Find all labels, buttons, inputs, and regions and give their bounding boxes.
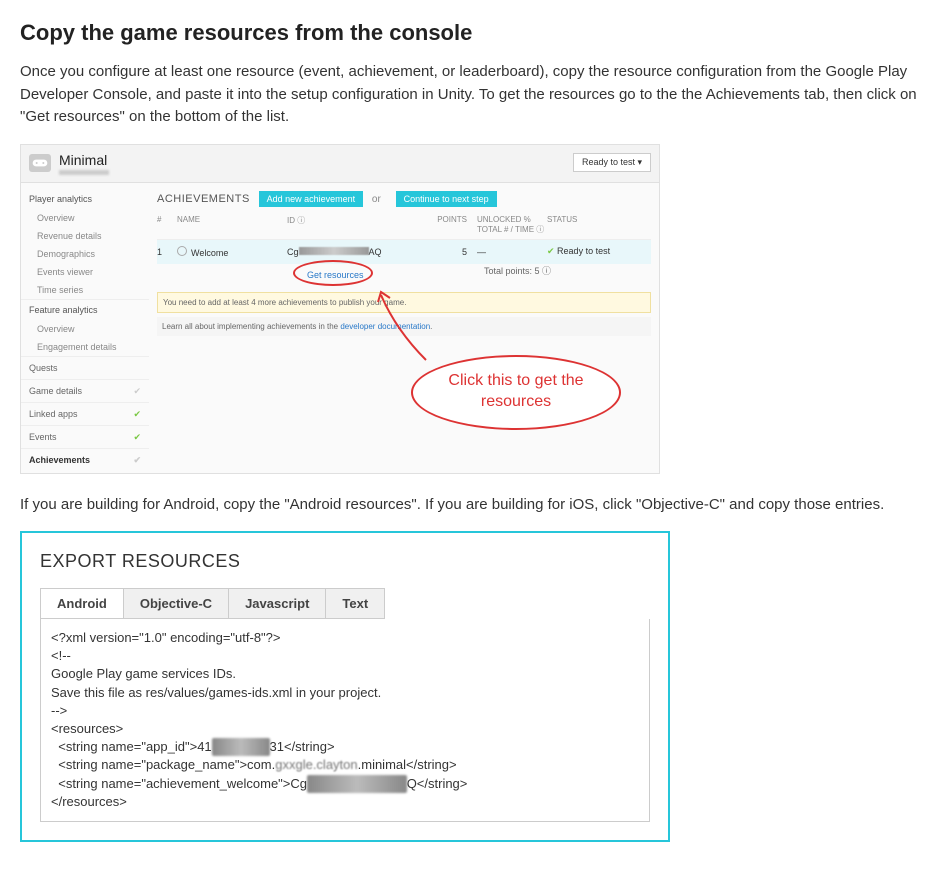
blurred-id: 00000000 — [212, 738, 270, 756]
sidebar-game-details[interactable]: Game details✔ — [21, 379, 149, 402]
tab-javascript[interactable]: Javascript — [229, 589, 326, 618]
col-name: NAME — [177, 215, 287, 235]
achievements-header-row: ACHIEVEMENTS Add new achievement or Cont… — [157, 191, 651, 207]
sidebar-overview[interactable]: Overview — [21, 209, 149, 227]
callout-bubble: Click this to get the resources — [411, 355, 621, 430]
col-num: # — [157, 215, 177, 235]
sidebar-events-viewer[interactable]: Events viewer — [21, 263, 149, 281]
col-points: POINTS — [407, 215, 467, 235]
sidebar-demographics[interactable]: Demographics — [21, 245, 149, 263]
blurred-pkg: gxxgle.clayton — [275, 757, 357, 772]
console-screenshot: Minimal Ready to test ▾ Player analytics… — [20, 144, 660, 474]
sidebar: Player analytics Overview Revenue detail… — [21, 183, 149, 474]
continue-button[interactable]: Continue to next step — [396, 191, 497, 207]
add-achievement-button[interactable]: Add new achievement — [259, 191, 364, 207]
row-id: CgAQ — [287, 247, 407, 257]
get-resources-row: Get resources Total points: 5 ⓘ — [157, 264, 651, 286]
badge-icon — [177, 246, 187, 256]
export-title: EXPORT RESOURCES — [40, 551, 650, 572]
achievements-title: ACHIEVEMENTS — [157, 193, 250, 205]
console-header: Minimal Ready to test ▾ — [21, 145, 659, 183]
row-num: 1 — [157, 247, 177, 257]
sidebar-player-analytics[interactable]: Player analytics — [21, 189, 149, 209]
xml-content[interactable]: <?xml version="1.0" encoding="utf-8"?> <… — [40, 619, 650, 822]
sidebar-engagement[interactable]: Engagement details — [21, 338, 149, 356]
get-resources-link[interactable]: Get resources — [307, 270, 364, 280]
tab-objective-c[interactable]: Objective-C — [124, 589, 229, 618]
page-heading: Copy the game resources from the console — [20, 20, 929, 46]
sidebar-feature-analytics[interactable]: Feature analytics — [21, 299, 149, 320]
sidebar-events[interactable]: Events✔ — [21, 425, 149, 448]
check-icon: ✔ — [133, 455, 141, 466]
col-unlocked: UNLOCKED % TOTAL # / TIME ⓘ — [467, 215, 547, 235]
table-header: # NAME ID ⓘ POINTS UNLOCKED % TOTAL # / … — [157, 207, 651, 240]
check-icon: ✔ — [133, 432, 141, 443]
sidebar-quests[interactable]: Quests — [21, 356, 149, 379]
sidebar-overview2[interactable]: Overview — [21, 320, 149, 338]
blurred-ach: kxxxxxxxxxxxxxA — [307, 775, 407, 793]
sidebar-linked-apps[interactable]: Linked apps✔ — [21, 402, 149, 425]
export-resources-panel: EXPORT RESOURCES Android Objective-C Jav… — [20, 531, 670, 842]
check-icon: ✔ — [133, 386, 141, 397]
intro-paragraph: Once you configure at least one resource… — [20, 61, 929, 129]
total-points: Total points: 5 ⓘ — [484, 264, 551, 277]
callout-arrow — [376, 290, 436, 370]
app-name: Minimal — [59, 152, 109, 168]
row-name: Welcome — [177, 246, 287, 258]
col-status: STATUS — [547, 215, 651, 235]
ready-to-test-dropdown[interactable]: Ready to test ▾ — [573, 153, 651, 172]
sidebar-achievements[interactable]: Achievements✔ — [21, 448, 149, 471]
check-icon: ✔ — [133, 409, 141, 420]
mid-paragraph: If you are building for Android, copy th… — [20, 494, 929, 517]
row-points: 5 — [407, 247, 467, 257]
tab-android[interactable]: Android — [41, 589, 124, 618]
row-status: ✔ Ready to test — [547, 246, 651, 257]
tab-text[interactable]: Text — [326, 589, 384, 618]
achievement-row[interactable]: 1 Welcome CgAQ 5 — ✔ Ready to test — [157, 240, 651, 264]
col-id: ID ⓘ — [287, 215, 407, 235]
export-tabs: Android Objective-C Javascript Text — [40, 588, 385, 619]
app-id-blurred — [59, 170, 109, 175]
sidebar-revenue[interactable]: Revenue details — [21, 227, 149, 245]
gamepad-icon — [29, 154, 51, 172]
row-unlocked: — — [467, 247, 547, 257]
sidebar-time-series[interactable]: Time series — [21, 281, 149, 299]
or-label: or — [372, 194, 381, 205]
